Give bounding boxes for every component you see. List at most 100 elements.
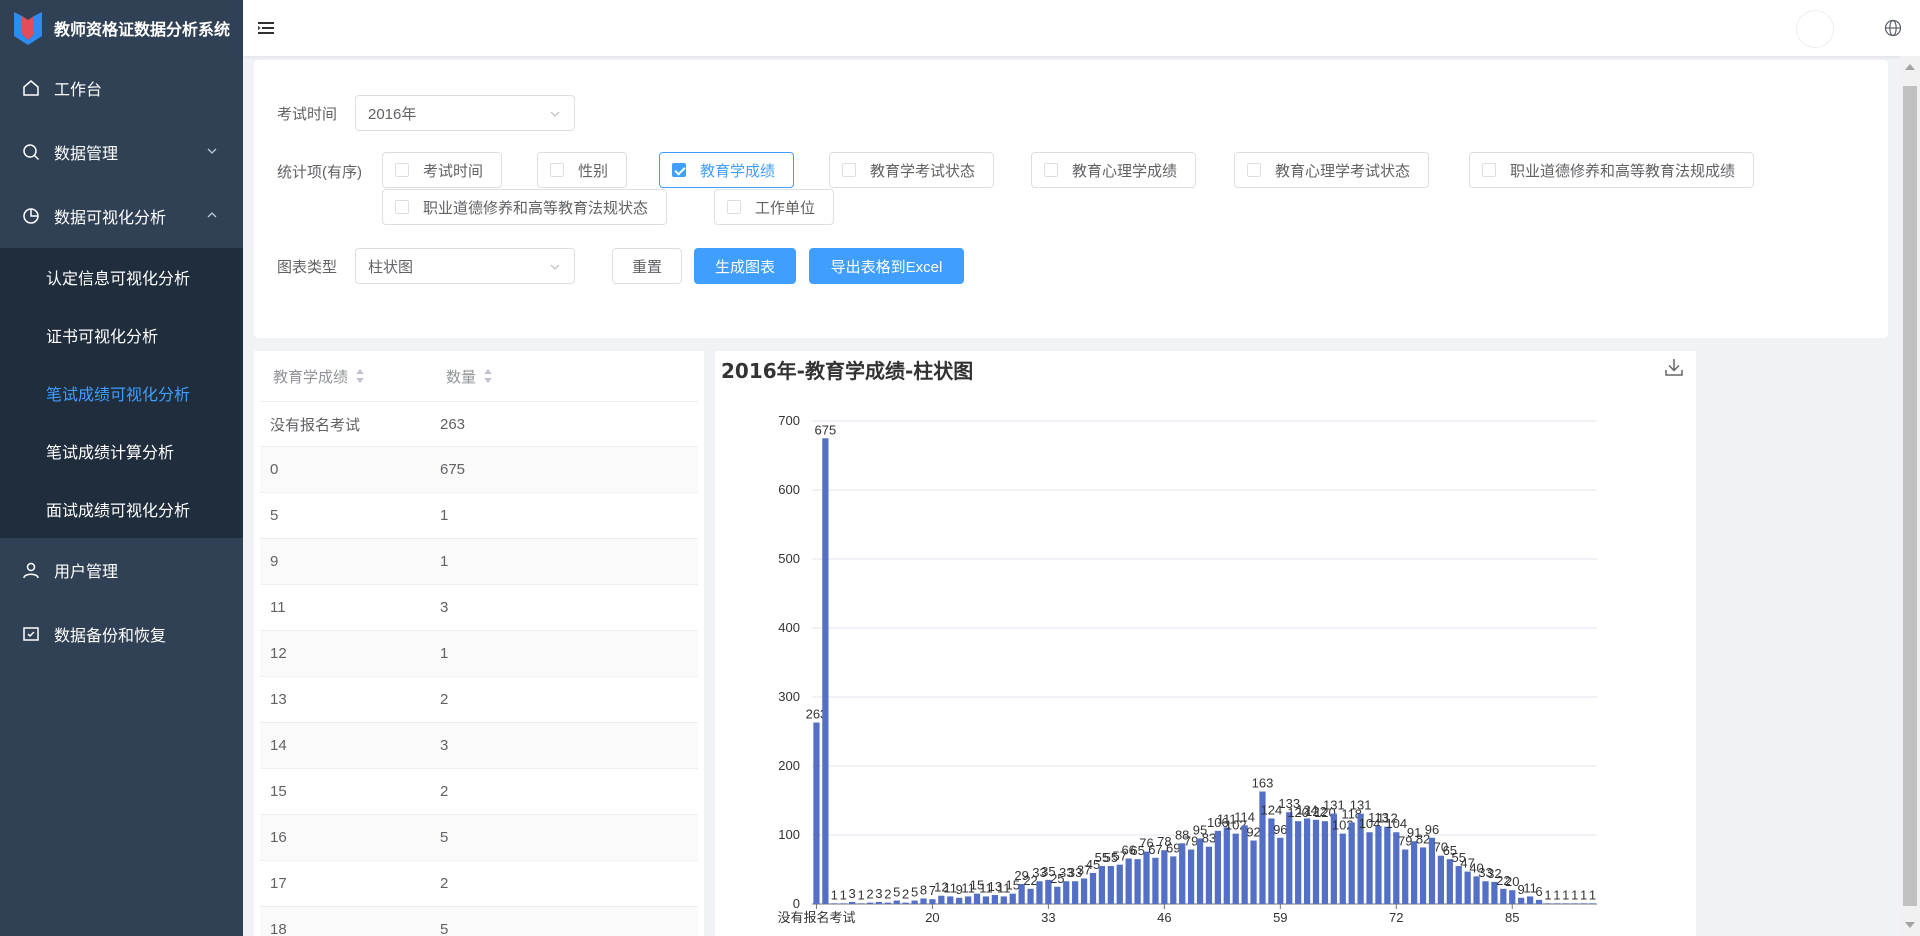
menu-toggle-icon[interactable] [257,19,275,37]
home-icon [22,79,40,97]
table-row: 51 [260,493,698,539]
bar [1179,843,1186,904]
bar [857,903,865,904]
option-gender[interactable]: 性别 [537,152,628,188]
y-tick-label: 600 [778,482,800,497]
bar [1187,849,1195,904]
option-exam-time[interactable]: 考试时间 [382,152,503,188]
sidebar-subitem-interview[interactable]: 面试成绩可视化分析 [0,480,243,538]
bar [1437,855,1445,904]
scroll-thumb[interactable] [1903,86,1917,906]
exam-time-value: 2016年 [368,105,417,123]
exam-time-select[interactable]: 2016年 [355,95,575,131]
option-psychology-status[interactable]: 教育心理学考试状态 [1234,152,1430,188]
bar [1080,878,1088,904]
table-row: 0 675 [260,447,698,493]
bar [1027,888,1034,904]
option-label: 教育心理学成绩 [1072,162,1178,180]
bar-value-label: 96 [1273,822,1287,837]
sidebar-subitem-cert-info[interactable]: 认定信息可视化分析 [0,248,243,306]
generate-chart-button[interactable]: 生成图表 [694,248,796,284]
sort-icon[interactable] [356,369,365,383]
bar [1366,832,1373,904]
sidebar-subitem-certificate[interactable]: 证书可视化分析 [0,306,243,364]
bar [1580,903,1587,904]
page-scrollbar[interactable] [1900,56,1920,936]
export-excel-button[interactable]: 导出表格到Excel [809,248,964,284]
bar [1455,866,1462,904]
sort-icon[interactable] [484,369,493,383]
bar [1116,864,1123,904]
bar [1321,821,1329,904]
option-label: 教育学成绩 [700,162,776,180]
cell-count: 5 [440,829,449,846]
bar [1509,890,1516,904]
bar-value-label: 2 [884,887,891,902]
cell-count: 2 [440,783,449,800]
column-header-score[interactable]: 教育学成绩 [273,351,365,401]
option-ethics-score[interactable]: 职业道德修养和高等教育法规成绩 [1469,152,1755,188]
cell-count: 263 [440,415,466,433]
table-row: 17 2 [260,861,698,907]
option-psychology-score[interactable]: 教育心理学成绩 [1031,152,1197,188]
cell-score: 9 [270,553,279,570]
data-table: 教育学成绩 数量 没有报名考试 263 0 675 51 91 11 3 12 1 13… [254,351,704,936]
sidebar-item-user-management[interactable]: 用户管理 [0,538,243,602]
x-tick-label: 85 [1505,910,1519,925]
bar [947,896,954,904]
exam-time-label: 考试时间 [277,106,338,123]
reset-button[interactable]: 重置 [612,248,682,284]
bar-value-label: 675 [815,422,837,437]
bar-value-label: 114 [1234,809,1255,824]
y-tick-label: 400 [778,620,800,635]
stats-label: 统计项(有序) [277,164,362,181]
bar [1348,822,1355,904]
bar-value-label: 3 [849,886,856,901]
globe-icon[interactable] [1884,19,1902,37]
column-header-label: 数量 [446,368,477,386]
sidebar-item-backup[interactable]: 数据备份和恢复 [0,602,243,666]
bar-value-label: 8 [920,882,927,897]
option-work-unit[interactable]: 工作单位 [714,189,835,225]
scroll-down-icon[interactable] [1905,922,1915,928]
chart-card: 2016年-教育学成绩-柱状图 0 100 200 300 400 500 600 700 26… [715,351,1696,936]
bar-value-label: 2 [866,887,873,902]
column-header-count[interactable]: 数量 [446,351,493,401]
avatar[interactable] [1796,10,1834,48]
bar [982,896,990,904]
checkbox-icon [727,200,741,214]
option-ethics-status[interactable]: 职业道德修养和高等教育法规状态 [382,189,668,225]
chevron-down-icon [550,111,560,117]
chart-type-select[interactable]: 柱状图 [355,248,575,284]
sidebar-subitem-written-score[interactable]: 笔试成绩可视化分析 [0,364,243,422]
scroll-up-icon[interactable] [1905,64,1915,70]
sidebar-item-workbench[interactable]: 工作台 [0,56,243,120]
option-pedagogy-score[interactable]: 教育学成绩 [659,152,795,188]
chevron-down-icon [207,148,217,154]
y-tick-label: 700 [778,413,800,428]
bar [964,896,972,904]
x-tick-label: 72 [1389,910,1403,925]
bar-value-label: 1 [857,887,864,902]
bar [1161,850,1168,904]
chevron-down-icon [550,264,560,270]
bar-value-label: 1 [1553,887,1560,902]
bar-value-label: 1 [831,887,838,902]
sidebar-item-visualization[interactable]: 数据可视化分析 [0,184,243,248]
table-row: 16 5 [260,815,698,861]
x-tick-label: 20 [925,910,939,925]
y-tick-label: 500 [778,551,800,566]
sidebar-item-data-management[interactable]: 数据管理 [0,120,243,184]
bar [1205,846,1213,904]
cell-score: 0 [270,461,279,478]
search-icon [22,143,40,161]
bar [1054,886,1061,904]
sidebar-subitem-written-calc[interactable]: 笔试成绩计算分析 [0,422,243,480]
bar-value-label: 6 [1535,884,1542,899]
bar [1125,858,1132,904]
cell-count: 3 [440,737,449,754]
option-label: 教育心理学考试状态 [1275,162,1411,180]
sidebar-item-label: 用户管理 [54,564,119,581]
bar [1419,847,1427,904]
option-pedagogy-status[interactable]: 教育学考试状态 [829,152,995,188]
